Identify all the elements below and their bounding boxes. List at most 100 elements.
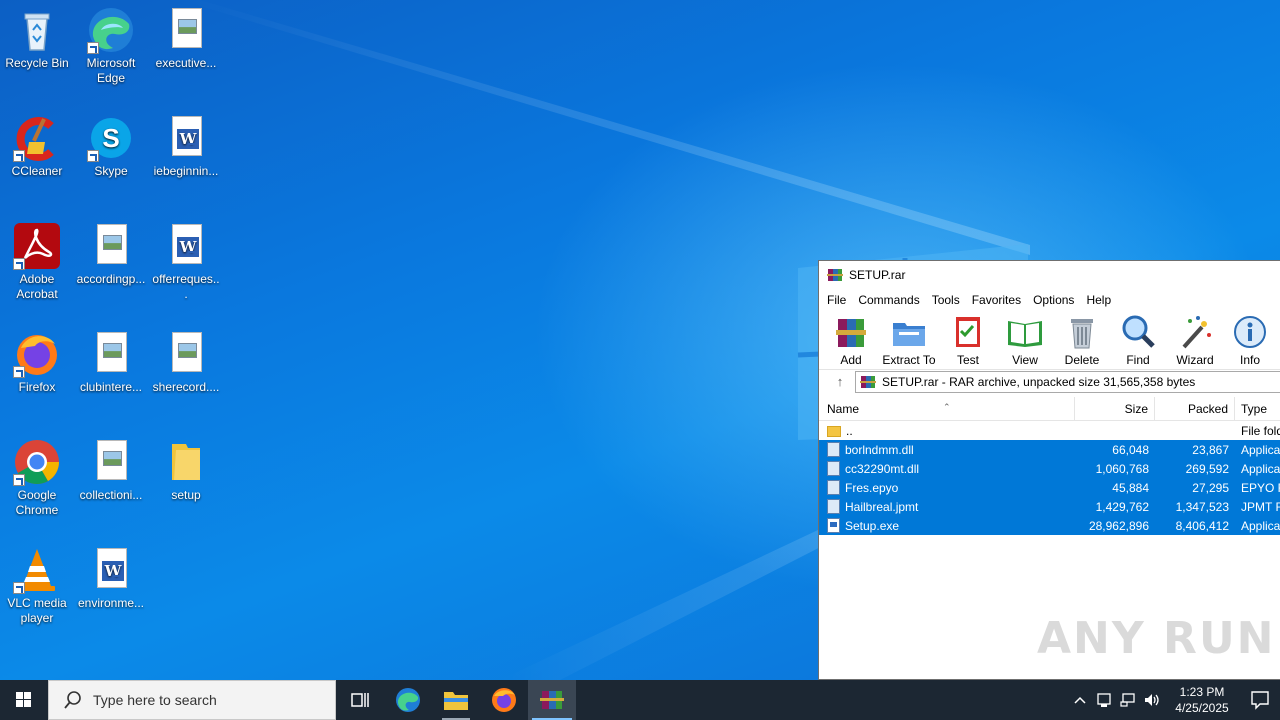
exe-file-icon <box>827 518 840 533</box>
folder-icon <box>162 438 210 486</box>
skype-icon: S <box>87 114 135 162</box>
network-button[interactable] <box>1116 680 1140 720</box>
desktop-icon-label: setup <box>171 488 201 502</box>
desktop-icon-setup-folder[interactable]: setup <box>149 438 223 503</box>
file-name: Hailbreal.jpmt <box>845 499 919 514</box>
menu-favorites[interactable]: Favorites <box>966 293 1027 307</box>
desktop-icon-clubintere[interactable]: clubintere... <box>74 330 148 395</box>
file-row-fres[interactable]: Fres.epyo 45,884 27,295 EPYO File <box>819 478 1280 497</box>
add-button[interactable]: Add <box>825 313 877 367</box>
file-row-setup-exe[interactable]: Setup.exe 28,962,896 8,406,412 Applicati… <box>819 516 1280 535</box>
desktop-icon-google-chrome[interactable]: Google Chrome <box>0 438 74 518</box>
column-header-name[interactable]: ⌃ Name <box>819 396 1075 421</box>
file-size: 45,884 <box>1112 480 1149 495</box>
desktop-icon-firefox[interactable]: Firefox <box>0 330 74 395</box>
shortcut-arrow-icon <box>87 42 99 54</box>
file-type: Application extension <box>1241 442 1280 457</box>
desktop-icon-sherecord[interactable]: sherecord.... <box>149 330 223 395</box>
clock-date: 4/25/2025 <box>1175 701 1229 715</box>
magnifier-icon <box>1119 313 1157 351</box>
task-view-button[interactable] <box>336 680 384 720</box>
file-row-hailbreal[interactable]: Hailbreal.jpmt 1,429,762 1,347,523 JPMT … <box>819 497 1280 516</box>
file-packed: 269,592 <box>1185 461 1229 476</box>
folder-icon <box>827 426 841 437</box>
desktop-icon-accordingp[interactable]: accordingp... <box>74 222 148 287</box>
add-archive-icon <box>832 313 870 351</box>
column-header-size[interactable]: Size <box>1075 396 1155 421</box>
shortcut-arrow-icon <box>13 366 25 378</box>
chevron-up-icon <box>1074 696 1086 704</box>
taskbar-search-box[interactable]: Type here to search <box>48 680 336 720</box>
view-button[interactable]: View <box>997 313 1053 367</box>
column-header-packed[interactable]: Packed <box>1155 396 1235 421</box>
desktop-icon-label: Adobe Acrobat <box>16 272 58 301</box>
image-file-icon <box>87 222 135 270</box>
tray-app-icon-button[interactable] <box>1092 680 1116 720</box>
shortcut-arrow-icon <box>87 150 99 162</box>
taskbar-file-explorer-button[interactable] <box>432 680 480 720</box>
volume-button[interactable] <box>1140 680 1164 720</box>
desktop-icon-label: Skype <box>94 164 128 178</box>
winrar-window[interactable]: SETUP.rar File Commands Tools Favorites … <box>818 260 1280 680</box>
info-button[interactable]: Info <box>1225 313 1275 367</box>
dll-file-icon <box>827 442 840 457</box>
desktop-icon-collectioni[interactable]: collectioni... <box>74 438 148 503</box>
taskbar-firefox-button[interactable] <box>480 680 528 720</box>
desktop-icon-skype[interactable]: S Skype <box>74 114 148 179</box>
speaker-icon <box>1145 694 1159 706</box>
taskbar-edge-button[interactable] <box>384 680 432 720</box>
start-button[interactable] <box>0 680 48 720</box>
extract-to-button[interactable]: Extract To <box>879 313 939 367</box>
desktop-icon-label: clubintere... <box>79 380 143 394</box>
column-header-type[interactable]: Type <box>1235 397 1280 421</box>
winrar-icon <box>860 375 876 389</box>
file-type: JPMT File <box>1241 499 1280 514</box>
file-row-parent[interactable]: .. File folder <box>819 421 1280 440</box>
chrome-icon <box>13 438 61 486</box>
trash-can-icon <box>1063 313 1101 351</box>
test-button[interactable]: Test <box>941 313 995 367</box>
desktop-icon-vlc[interactable]: VLC media player <box>0 546 74 626</box>
address-field[interactable]: SETUP.rar - RAR archive, unpacked size 3… <box>855 370 1280 393</box>
desktop-icon-offerreques[interactable]: W offerreques... <box>149 222 223 302</box>
window-titlebar[interactable]: SETUP.rar <box>819 261 1280 289</box>
desktop-icon-executive[interactable]: executive... <box>149 6 223 71</box>
menu-tools[interactable]: Tools <box>926 293 966 307</box>
taskbar-winrar-button[interactable] <box>528 680 576 720</box>
desktop-icon-adobe-acrobat[interactable]: Adobe Acrobat <box>0 222 74 302</box>
menu-file[interactable]: File <box>821 293 852 307</box>
desktop-icon-label: CCleaner <box>11 164 63 178</box>
file-name: .. <box>846 423 853 438</box>
desktop-icon-ccleaner[interactable]: CCleaner <box>0 114 74 179</box>
desktop-icon-environme[interactable]: W environme... <box>74 546 148 611</box>
file-list[interactable]: ⌃ Name Size Packed Type .. File folder b… <box>819 396 1280 657</box>
extract-folder-icon <box>890 313 928 351</box>
desktop-icon-iebeginnin[interactable]: W iebeginnin... <box>149 114 223 179</box>
dll-file-icon <box>827 461 840 476</box>
desktop-icon-microsoft-edge[interactable]: Microsoft Edge <box>74 6 148 86</box>
delete-button[interactable]: Delete <box>1055 313 1109 367</box>
firefox-icon <box>492 688 516 712</box>
menu-commands[interactable]: Commands <box>852 293 925 307</box>
menu-help[interactable]: Help <box>1080 293 1117 307</box>
desktop-icon-label: executive... <box>155 56 217 70</box>
taskbar-clock[interactable]: 1:23 PM 4/25/2025 <box>1164 684 1240 716</box>
file-row-borlndmm[interactable]: borlndmm.dll 66,048 23,867 Application e… <box>819 440 1280 459</box>
desktop-icon-label: Google Chrome <box>15 488 59 517</box>
up-arrow-icon[interactable]: ↑ <box>825 374 855 389</box>
action-center-button[interactable] <box>1240 680 1280 720</box>
wizard-button[interactable]: Wizard <box>1167 313 1223 367</box>
file-name: Setup.exe <box>845 518 900 533</box>
edge-icon <box>87 6 135 54</box>
vlc-icon <box>13 546 61 594</box>
word-doc-icon: W <box>162 114 210 162</box>
view-book-icon <box>1006 313 1044 351</box>
show-hidden-icons-button[interactable] <box>1068 680 1092 720</box>
find-button[interactable]: Find <box>1111 313 1165 367</box>
firefox-icon <box>13 330 61 378</box>
menu-options[interactable]: Options <box>1027 293 1080 307</box>
file-row-cc32290mt[interactable]: cc32290mt.dll 1,060,768 269,592 Applicat… <box>819 459 1280 478</box>
anyrun-watermark: ANY RUN <box>1037 613 1276 664</box>
desktop-icon-recycle-bin[interactable]: Recycle Bin <box>0 6 74 71</box>
desktop-icon-label: offerreques... <box>152 272 220 301</box>
